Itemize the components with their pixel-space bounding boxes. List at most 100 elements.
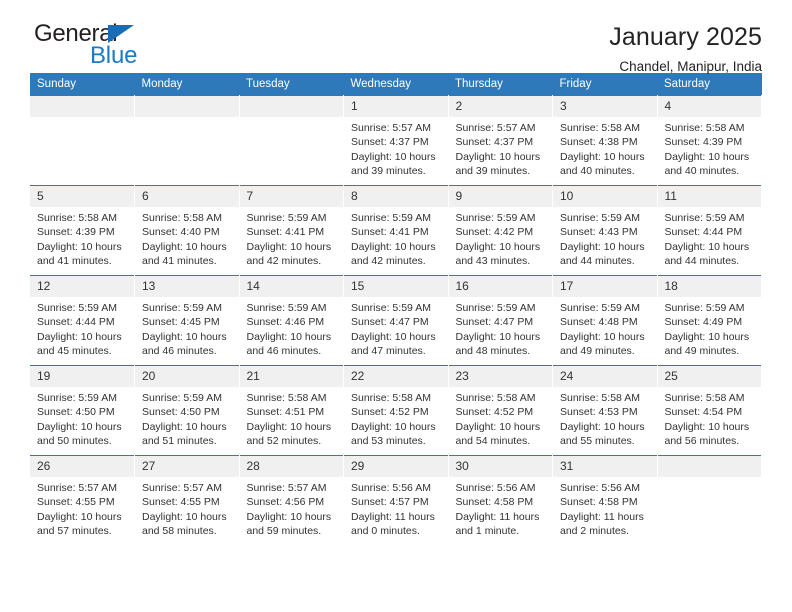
day-detail-line: Sunset: 4:45 PM [142, 316, 220, 329]
day-cell[interactable]: 5 Sunrise: 5:58 AM Sunset: 4:39 PM Daylight… [30, 185, 135, 276]
day-detail-line: and 57 minutes. [37, 525, 112, 538]
day-cell[interactable]: 29 Sunrise: 5:56 AM Sunset: 4:57 PM Dayligh… [343, 455, 449, 546]
day-details: Sunrise: 5:59 AM Sunset: 4:48 PM Daylight:… [553, 297, 657, 359]
day-detail-line: and 40 minutes. [560, 165, 635, 178]
day-detail-line: Daylight: 11 hours [560, 510, 644, 523]
day-cell[interactable]: 19 Sunrise: 5:59 AM Sunset: 4:50 PM Dayligh… [30, 365, 135, 456]
day-number: 31 [553, 456, 657, 477]
day-detail-line: Daylight: 10 hours [142, 510, 227, 523]
day-cell[interactable]: 28 Sunrise: 5:57 AM Sunset: 4:56 PM Dayligh… [239, 455, 344, 546]
day-number: 20 [135, 366, 239, 387]
day-detail-line: Daylight: 10 hours [560, 150, 645, 163]
day-detail-line: Sunrise: 5:57 AM [246, 482, 327, 494]
calendar-week-row: 19 Sunrise: 5:59 AM Sunset: 4:50 PM Dayligh… [30, 365, 762, 456]
day-cell[interactable]: 20 Sunrise: 5:59 AM Sunset: 4:50 PM Dayligh… [134, 365, 240, 456]
day-detail-line: and 44 minutes. [560, 255, 635, 268]
day-cell[interactable]: 11 Sunrise: 5:59 AM Sunset: 4:44 PM Dayligh… [657, 185, 762, 276]
sunrise-sunset-calendar: Sunday Monday Tuesday Wednesday Thursday Frid… [30, 73, 762, 546]
day-cell[interactable]: 23 Sunrise: 5:58 AM Sunset: 4:52 PM Dayligh… [448, 365, 553, 456]
day-detail-line: Daylight: 10 hours [664, 330, 750, 343]
day-number: 10 [553, 186, 657, 207]
day-detail-line: Sunset: 4:52 PM [455, 406, 534, 419]
day-cell[interactable]: 13 Sunrise: 5:59 AM Sunset: 4:45 PM Dayligh… [134, 275, 240, 366]
day-detail-line: Daylight: 10 hours [37, 510, 122, 523]
day-cell[interactable]: 6 Sunrise: 5:58 AM Sunset: 4:40 PM Daylight… [134, 185, 240, 276]
day-details: Sunrise: 5:59 AM Sunset: 4:44 PM Daylight:… [30, 297, 134, 359]
day-detail-line: Daylight: 10 hours [560, 330, 645, 343]
day-detail-line: Daylight: 10 hours [246, 420, 332, 433]
day-detail-line: Sunrise: 5:58 AM [142, 212, 222, 224]
day-cell[interactable]: 7 Sunrise: 5:59 AM Sunset: 4:41 PM Daylight… [239, 185, 344, 276]
day-detail-line: Sunrise: 5:58 AM [560, 122, 640, 134]
day-detail-line: Daylight: 10 hours [142, 240, 227, 253]
day-detail-line: and 42 minutes. [246, 255, 322, 268]
day-detail-line: Daylight: 10 hours [142, 330, 227, 343]
day-cell[interactable]: 31 Sunrise: 5:56 AM Sunset: 4:58 PM Dayligh… [552, 455, 658, 546]
weekday-header-thursday: Thursday [448, 73, 553, 96]
day-number: 25 [657, 366, 761, 387]
day-cell-empty [657, 455, 762, 546]
day-number: 16 [448, 276, 552, 297]
day-details: Sunrise: 5:58 AM Sunset: 4:52 PM Daylight:… [344, 387, 448, 449]
day-cell[interactable]: 4 Sunrise: 5:58 AM Sunset: 4:39 PM Daylight… [657, 95, 762, 186]
day-detail-line: Sunrise: 5:59 AM [664, 302, 745, 314]
day-detail-line: Sunset: 4:37 PM [351, 136, 429, 149]
day-details [30, 117, 134, 121]
day-details: Sunrise: 5:57 AM Sunset: 4:56 PM Daylight:… [240, 477, 344, 539]
day-detail-line: Daylight: 10 hours [351, 420, 436, 433]
day-number: 22 [344, 366, 448, 387]
day-cell[interactable]: 1 Sunrise: 5:57 AM Sunset: 4:37 PM Daylight… [343, 95, 449, 186]
calendar-week-row: 1 Sunrise: 5:57 AM Sunset: 4:37 PM Daylight… [30, 95, 762, 186]
day-detail-line: Daylight: 10 hours [246, 330, 332, 343]
day-detail-line: Sunset: 4:39 PM [37, 226, 115, 239]
day-detail-line: Sunset: 4:43 PM [560, 226, 638, 239]
day-cell[interactable]: 30 Sunrise: 5:56 AM Sunset: 4:58 PM Dayligh… [448, 455, 553, 546]
weekday-header-tuesday: Tuesday [239, 73, 344, 96]
page-subtitle: Chandel, Manipur, India [619, 59, 762, 74]
page-header: General Blue January 2025 Chandel, Manip… [30, 0, 762, 75]
day-details [135, 117, 239, 121]
day-cell[interactable]: 9 Sunrise: 5:59 AM Sunset: 4:42 PM Daylight… [448, 185, 553, 276]
day-cell[interactable]: 12 Sunrise: 5:59 AM Sunset: 4:44 PM Dayligh… [30, 275, 135, 366]
day-detail-line: Sunrise: 5:58 AM [246, 392, 327, 404]
day-cell[interactable]: 21 Sunrise: 5:58 AM Sunset: 4:51 PM Dayligh… [239, 365, 344, 456]
day-cell[interactable]: 26 Sunrise: 5:57 AM Sunset: 4:55 PM Dayligh… [30, 455, 135, 546]
day-details: Sunrise: 5:56 AM Sunset: 4:58 PM Daylight:… [449, 477, 553, 539]
day-details: Sunrise: 5:56 AM Sunset: 4:58 PM Daylight:… [553, 477, 657, 539]
day-detail-line: Daylight: 10 hours [142, 420, 227, 433]
day-detail-line: and 49 minutes. [664, 345, 740, 358]
day-detail-line: and 46 minutes. [142, 345, 217, 358]
day-cell[interactable]: 22 Sunrise: 5:58 AM Sunset: 4:52 PM Dayligh… [343, 365, 449, 456]
day-detail-line: Sunset: 4:39 PM [664, 136, 743, 149]
day-cell[interactable]: 14 Sunrise: 5:59 AM Sunset: 4:46 PM Dayligh… [239, 275, 344, 366]
day-number: 13 [135, 276, 239, 297]
day-cell[interactable]: 8 Sunrise: 5:59 AM Sunset: 4:41 PM Daylight… [343, 185, 449, 276]
day-cell[interactable]: 17 Sunrise: 5:59 AM Sunset: 4:48 PM Dayligh… [552, 275, 658, 366]
day-detail-line: Sunrise: 5:59 AM [246, 212, 327, 224]
day-details: Sunrise: 5:59 AM Sunset: 4:43 PM Daylight:… [553, 207, 657, 269]
day-detail-line: Daylight: 10 hours [455, 420, 541, 433]
day-cell[interactable]: 18 Sunrise: 5:59 AM Sunset: 4:49 PM Dayligh… [657, 275, 762, 366]
day-cell[interactable]: 25 Sunrise: 5:58 AM Sunset: 4:54 PM Dayligh… [657, 365, 762, 456]
day-detail-line: Sunrise: 5:59 AM [560, 212, 640, 224]
page-title: January 2025 [609, 23, 762, 51]
day-cell[interactable]: 2 Sunrise: 5:57 AM Sunset: 4:37 PM Daylight… [448, 95, 553, 186]
day-cell[interactable]: 27 Sunrise: 5:57 AM Sunset: 4:55 PM Dayligh… [134, 455, 240, 546]
day-detail-line: Sunrise: 5:58 AM [455, 392, 536, 404]
day-detail-line: Sunset: 4:58 PM [560, 496, 638, 509]
day-cell[interactable]: 10 Sunrise: 5:59 AM Sunset: 4:43 PM Dayligh… [552, 185, 658, 276]
day-details: Sunrise: 5:59 AM Sunset: 4:44 PM Daylight:… [658, 207, 762, 269]
day-cell[interactable]: 3 Sunrise: 5:58 AM Sunset: 4:38 PM Daylight… [552, 95, 658, 186]
day-detail-line: Daylight: 10 hours [560, 420, 645, 433]
day-cell[interactable]: 15 Sunrise: 5:59 AM Sunset: 4:47 PM Dayligh… [343, 275, 449, 366]
day-cell[interactable]: 24 Sunrise: 5:58 AM Sunset: 4:53 PM Dayligh… [552, 365, 658, 456]
day-details: Sunrise: 5:59 AM Sunset: 4:50 PM Daylight:… [30, 387, 134, 449]
day-details: Sunrise: 5:59 AM Sunset: 4:41 PM Daylight:… [344, 207, 448, 269]
day-cell-empty [239, 95, 344, 186]
general-blue-logo[interactable]: General Blue [30, 22, 155, 74]
day-detail-line: Daylight: 10 hours [664, 240, 750, 253]
day-detail-line: Sunrise: 5:59 AM [664, 212, 745, 224]
day-cell[interactable]: 16 Sunrise: 5:59 AM Sunset: 4:47 PM Dayligh… [448, 275, 553, 366]
day-details: Sunrise: 5:59 AM Sunset: 4:41 PM Daylight:… [240, 207, 344, 269]
day-details [658, 477, 762, 481]
